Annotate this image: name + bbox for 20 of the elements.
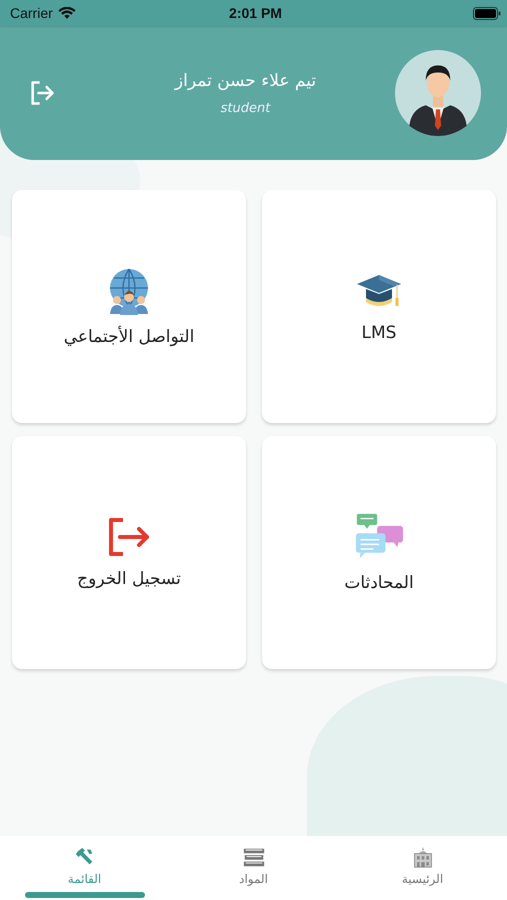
logout-icon — [107, 516, 151, 556]
carrier-label: Carrier — [10, 5, 53, 21]
user-name: تيم علاء حسن تمراز — [174, 70, 316, 90]
menu-tile[interactable]: LMS — [262, 190, 496, 423]
chat-bubbles-icon — [354, 512, 404, 560]
menu-tile[interactable]: تسجيل الخروج — [12, 436, 246, 669]
clock: 2:01 PM — [229, 5, 282, 21]
menu-tile[interactable]: التواصل الأجتماعي — [12, 190, 246, 423]
tile-label: المحادثات — [344, 572, 414, 592]
menu-tile[interactable]: المحادثات — [262, 436, 496, 669]
wifi-icon — [58, 6, 76, 20]
books-icon — [242, 846, 266, 868]
avatar-icon — [395, 50, 481, 136]
battery-icon — [472, 6, 501, 20]
tile-label: التواصل الأجتماعي — [64, 326, 194, 346]
tile-label: LMS — [362, 322, 396, 342]
tile-label: تسجيل الخروج — [77, 568, 181, 588]
user-role: student — [220, 100, 270, 116]
nav-tab[interactable]: الرئيسية — [338, 836, 507, 900]
nav-tab[interactable]: المواد — [169, 836, 338, 900]
